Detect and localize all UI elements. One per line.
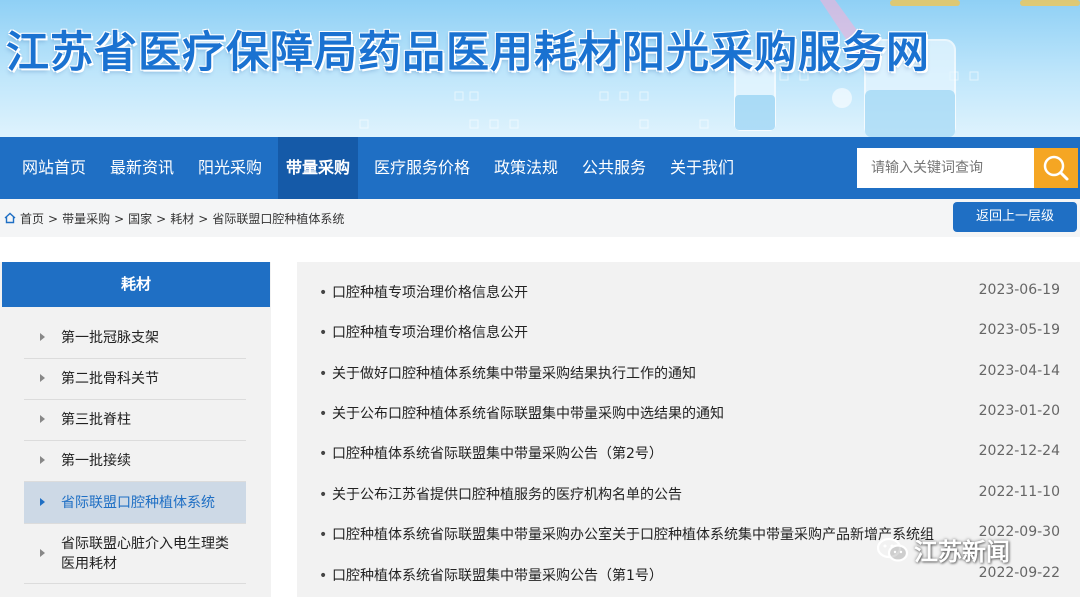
back-button[interactable]: 返回上一层级: [953, 202, 1077, 232]
sidebar-item-orthopedic-joint[interactable]: 第二批骨科关节: [24, 359, 246, 400]
sidebar-item-continuation[interactable]: 第一批接续: [24, 441, 246, 482]
list-item-date: 2023-04-14: [978, 363, 1060, 379]
sidebar-item-dental-implant[interactable]: 省际联盟口腔种植体系统: [24, 482, 246, 524]
watermark-text: 江苏新闻: [914, 538, 1010, 566]
nav-item-volume-procurement[interactable]: 带量采购: [278, 137, 359, 199]
breadcrumb-item-current[interactable]: 省际联盟口腔种植体系统: [212, 212, 344, 226]
list-item[interactable]: • 口腔种植体系统省际联盟集中带量采购公告（第2号） 2022-12-24: [297, 433, 1080, 473]
sidebar-item-cardiac-electrophysiology[interactable]: 省际联盟心脏介入电生理类医用耗材: [24, 524, 246, 584]
bullet-icon: •: [319, 406, 328, 422]
sidebar-item-spine[interactable]: 第三批脊柱: [24, 400, 246, 441]
breadcrumb-separator: >: [198, 212, 209, 226]
list-item-date: 2022-11-10: [978, 484, 1060, 500]
bullet-icon: •: [319, 527, 328, 543]
site-title: 江苏省医疗保障局药品医用耗材阳光采购服务网: [6, 28, 930, 78]
breadcrumb-separator: >: [114, 212, 125, 226]
bullet-icon: •: [319, 446, 328, 462]
list-item-date: 2022-12-24: [978, 443, 1060, 459]
bullet-icon: •: [319, 325, 328, 341]
chevron-right-icon: [40, 374, 45, 382]
list-item-date: 2023-05-19: [978, 322, 1060, 338]
bullet-icon: •: [319, 285, 328, 301]
breadcrumb-separator: >: [156, 212, 167, 226]
nav-item-home[interactable]: 网站首页: [22, 137, 86, 199]
wechat-icon: [876, 537, 909, 562]
chevron-right-icon: [40, 548, 45, 557]
list-item-title[interactable]: 口腔种植体系统省际联盟集中带量采购办公室关于口腔种植体系统集中带量采购产品新增产…: [332, 524, 934, 544]
nav-item-news[interactable]: 最新资讯: [110, 137, 174, 199]
list-item-title[interactable]: 口腔种植体系统省际联盟集中带量采购公告（第1号）: [332, 565, 663, 585]
nav-item-public-service[interactable]: 公共服务: [582, 137, 646, 199]
sidebar-heading: 耗材: [2, 262, 270, 307]
sidebar-item-label: 第一批冠脉支架: [61, 330, 159, 346]
nav-item-medical-service-price[interactable]: 医疗服务价格: [374, 137, 470, 199]
chevron-right-icon: [40, 497, 45, 506]
breadcrumb: 首页 > 带量采购 > 国家 > 耗材 > 省际联盟口腔种植体系统: [4, 210, 348, 227]
sidebar-item-label: 省际联盟心脏介入电生理类医用耗材: [61, 536, 229, 572]
list-item-date: 2023-01-20: [978, 403, 1060, 419]
sidebar-item-coronary-stent[interactable]: 第一批冠脉支架: [24, 318, 246, 359]
breadcrumb-item-home[interactable]: 首页: [20, 212, 44, 226]
list-item[interactable]: • 口腔种植专项治理价格信息公开 2023-06-19: [297, 272, 1080, 312]
bullet-icon: •: [319, 487, 328, 503]
chevron-right-icon: [40, 456, 45, 464]
bullet-icon: •: [319, 568, 328, 584]
sidebar-item-label: 省际联盟口腔种植体系统: [61, 495, 215, 511]
nav-item-policy[interactable]: 政策法规: [494, 137, 558, 199]
nav-item-about-us[interactable]: 关于我们: [670, 137, 734, 199]
breadcrumb-item-national[interactable]: 国家: [128, 212, 152, 226]
sidebar-item-label: 第一批接续: [61, 453, 131, 469]
site-banner: 江苏省医疗保障局药品医用耗材阳光采购服务网: [0, 0, 1080, 137]
chevron-right-icon: [40, 415, 45, 423]
list-item-title[interactable]: 口腔种植专项治理价格信息公开: [332, 282, 528, 302]
sidebar-item-label: 第三批脊柱: [61, 412, 131, 428]
list-item-title[interactable]: 关于公布口腔种植体系统省际联盟集中带量采购中选结果的通知: [332, 403, 724, 423]
list-item-title[interactable]: 口腔种植专项治理价格信息公开: [332, 322, 528, 342]
list-item-title[interactable]: 关于做好口腔种植体系统集中带量采购结果执行工作的通知: [332, 363, 696, 383]
breadcrumb-separator: >: [48, 212, 59, 226]
sidebar: 耗材 第一批冠脉支架 第二批骨科关节 第三批脊柱 第一批接续 省际联盟口腔种植体…: [0, 262, 271, 597]
nav-item-sunshine-procurement[interactable]: 阳光采购: [198, 137, 262, 199]
search-input[interactable]: [857, 148, 1035, 188]
search-icon: [1043, 155, 1069, 181]
bullet-icon: •: [319, 366, 328, 382]
breadcrumb-item-consumables[interactable]: 耗材: [170, 212, 194, 226]
list-item[interactable]: • 关于公布口腔种植体系统省际联盟集中带量采购中选结果的通知 2023-01-2…: [297, 393, 1080, 433]
sidebar-item-label: 第二批骨科关节: [61, 371, 159, 387]
list-item-date: 2023-06-19: [978, 282, 1060, 298]
list-item[interactable]: • 口腔种植专项治理价格信息公开 2023-05-19: [297, 312, 1080, 352]
list-item[interactable]: • 关于公布江苏省提供口腔种植服务的医疗机构名单的公告 2022-11-10: [297, 474, 1080, 514]
wechat-watermark: 江苏新闻: [876, 532, 1010, 568]
list-item-title[interactable]: 口腔种植体系统省际联盟集中带量采购公告（第2号）: [332, 443, 663, 463]
list-item-title[interactable]: 关于公布江苏省提供口腔种植服务的医疗机构名单的公告: [332, 484, 682, 504]
breadcrumb-item-volume-procurement[interactable]: 带量采购: [62, 212, 110, 226]
breadcrumb-bar: 首页 > 带量采购 > 国家 > 耗材 > 省际联盟口腔种植体系统: [0, 199, 1080, 237]
list-item[interactable]: • 关于做好口腔种植体系统集中带量采购结果执行工作的通知 2023-04-14: [297, 353, 1080, 393]
home-icon: [4, 212, 16, 224]
search-button[interactable]: [1034, 148, 1078, 188]
chevron-right-icon: [40, 333, 45, 341]
